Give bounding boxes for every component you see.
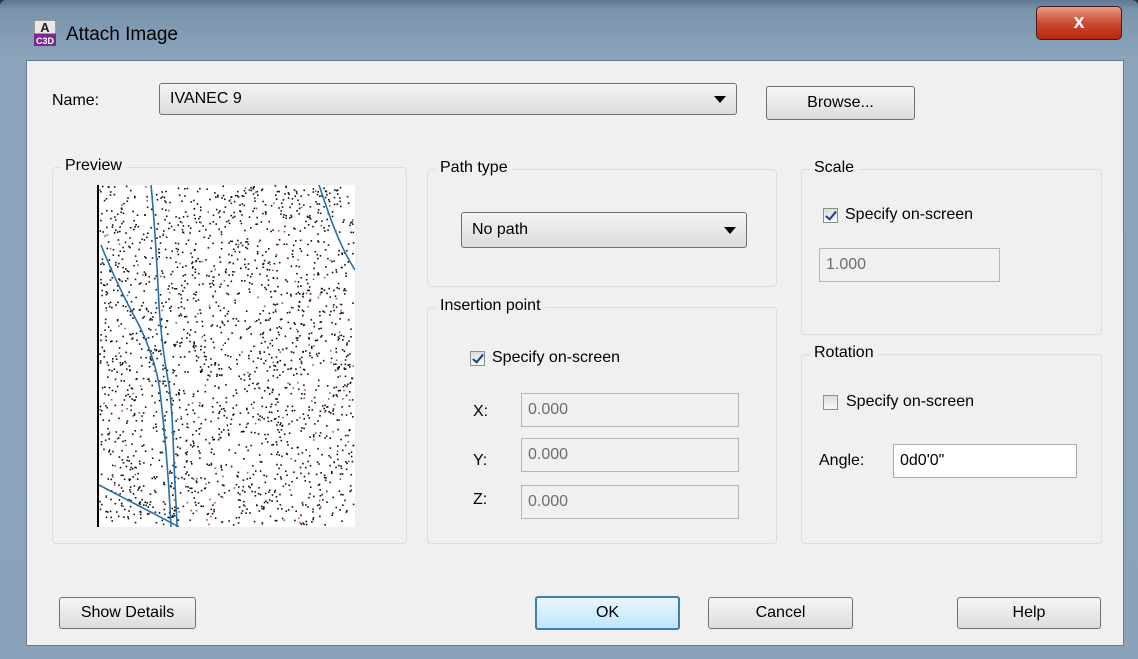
browse-button[interactable]: Browse... bbox=[766, 86, 915, 120]
chevron-down-icon bbox=[714, 96, 726, 103]
map-line bbox=[100, 244, 172, 527]
scale-title: Scale bbox=[810, 159, 859, 177]
preview-image bbox=[97, 185, 355, 527]
title-bar[interactable]: A C3D Attach Image x bbox=[0, 0, 1138, 60]
attach-image-dialog: A C3D Attach Image x Name: IVANEC 9 Brow… bbox=[0, 0, 1138, 659]
y-field[interactable]: 0.000 bbox=[521, 438, 739, 472]
name-dropdown[interactable]: IVANEC 9 bbox=[159, 83, 737, 115]
window-title: Attach Image bbox=[66, 24, 178, 45]
z-field[interactable]: 0.000 bbox=[521, 485, 739, 519]
preview-title: Preview bbox=[61, 157, 126, 175]
cancel-button[interactable]: Cancel bbox=[708, 597, 853, 629]
chevron-down-icon bbox=[724, 227, 736, 234]
preview-map bbox=[99, 185, 355, 527]
scale-specify-checkbox[interactable] bbox=[823, 208, 838, 223]
insertion-specify-checkbox[interactable] bbox=[470, 351, 485, 366]
rotation-specify-label: Specify on-screen bbox=[846, 393, 975, 410]
scale-field[interactable]: 1.000 bbox=[819, 248, 1000, 282]
z-label: Z: bbox=[473, 491, 488, 508]
scale-specify-label: Specify on-screen bbox=[845, 206, 974, 223]
name-label: Name: bbox=[52, 92, 100, 109]
insertion-specify-label: Specify on-screen bbox=[492, 349, 621, 366]
name-value: IVANEC 9 bbox=[170, 90, 242, 107]
rotation-title: Rotation bbox=[810, 344, 878, 362]
angle-field[interactable]: 0d0'0" bbox=[893, 444, 1077, 478]
path-type-title: Path type bbox=[436, 159, 512, 177]
show-details-button[interactable]: Show Details bbox=[59, 597, 196, 629]
x-field[interactable]: 0.000 bbox=[521, 393, 739, 427]
help-button[interactable]: Help bbox=[957, 597, 1101, 629]
svg-text:A: A bbox=[40, 20, 50, 35]
path-type-value: No path bbox=[472, 221, 529, 238]
path-type-dropdown[interactable]: No path bbox=[461, 212, 747, 248]
insertion-point-title: Insertion point bbox=[436, 297, 545, 315]
rotation-specify-checkbox[interactable] bbox=[823, 395, 838, 410]
svg-text:C3D: C3D bbox=[36, 36, 55, 46]
autocad-civil3d-icon: A C3D bbox=[34, 20, 56, 46]
y-label: Y: bbox=[473, 452, 488, 469]
x-label: X: bbox=[473, 403, 489, 420]
close-icon: x bbox=[1073, 11, 1085, 33]
ok-button[interactable]: OK bbox=[535, 596, 680, 630]
map-line bbox=[99, 484, 180, 527]
close-button[interactable]: x bbox=[1036, 6, 1122, 40]
angle-label: Angle: bbox=[819, 452, 865, 469]
